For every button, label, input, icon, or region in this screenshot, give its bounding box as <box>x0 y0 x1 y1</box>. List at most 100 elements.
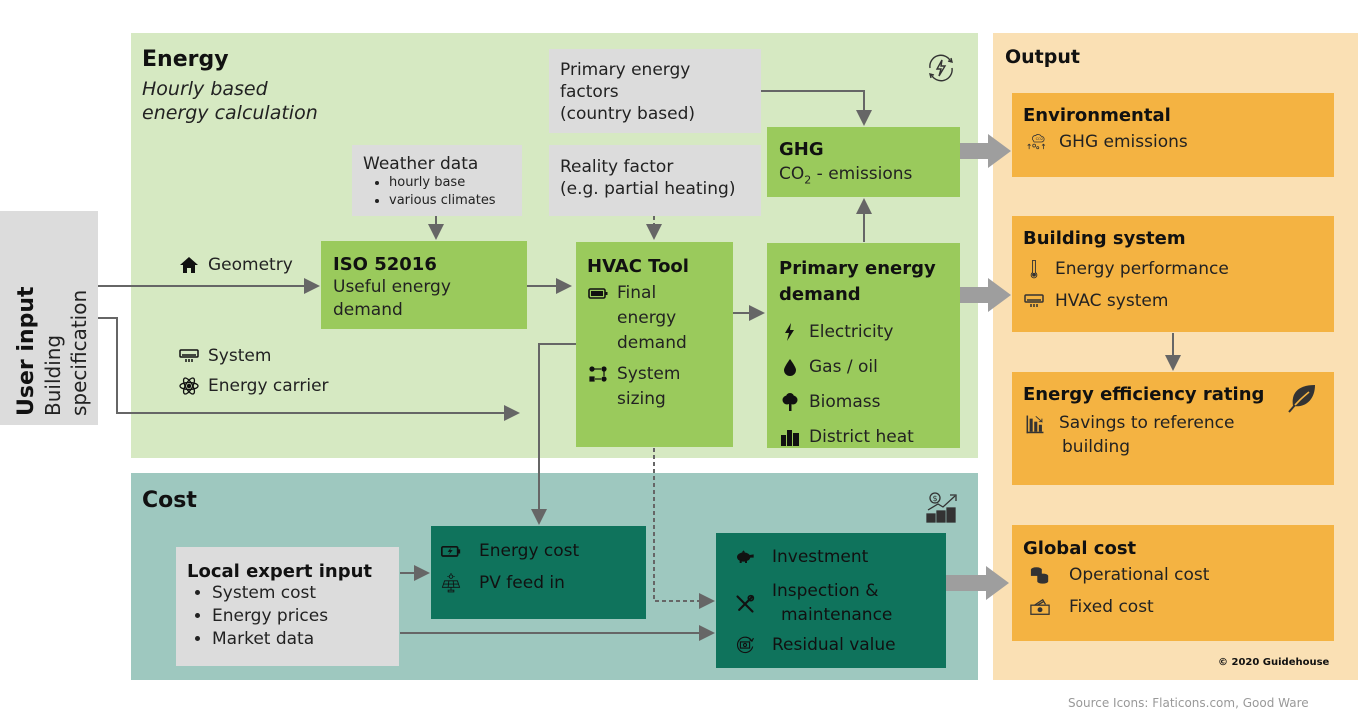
electricity-item: Electricity <box>779 314 960 349</box>
factors-line: (country based) <box>560 104 695 124</box>
ghg-emissions-label: GHG emissions <box>1059 132 1188 152</box>
district-heat-label: District heat <box>809 426 914 447</box>
solar-panel-icon <box>437 569 465 597</box>
system-input: System <box>178 346 271 366</box>
district-heat-item: District heat <box>779 419 960 454</box>
co2-cloud-icon: CO2 <box>1023 130 1051 154</box>
factors-line: factors <box>560 82 619 102</box>
refund-icon <box>730 632 760 658</box>
svg-text:CO2: CO2 <box>1036 137 1044 141</box>
energy-cost-label: Energy cost <box>479 541 580 561</box>
residual-value-label: Residual value <box>772 635 896 655</box>
inspection-item: Inspection & maintenance <box>730 579 946 627</box>
air-conditioner-icon <box>178 346 200 366</box>
hvac-system-label: HVAC system <box>1055 291 1169 311</box>
house-icon <box>178 255 200 275</box>
user-input-box: User input Building specification <box>0 211 98 425</box>
building-system-title: Building system <box>1023 228 1186 249</box>
geometry-label: Geometry <box>208 255 293 275</box>
electricity-label: Electricity <box>809 321 894 342</box>
local-expert-title: Local expert input <box>187 561 373 582</box>
savings-item: Savings to reference building <box>1023 411 1334 459</box>
final-line: demand <box>617 333 687 353</box>
user-input-title: User input <box>14 286 39 416</box>
hvac-title: HVAC Tool <box>587 256 689 277</box>
energy-cost-box: Energy cost PV feed in <box>431 526 646 619</box>
savings-line: building <box>1062 437 1131 457</box>
charging-battery-icon <box>437 541 465 561</box>
sizing-line: sizing <box>617 389 666 409</box>
user-input-line: specification <box>67 289 91 416</box>
battery-icon <box>587 283 609 303</box>
building-system-box: Building system Energy performance HVAC … <box>1012 216 1334 332</box>
ghg-emissions-item: CO2 GHG emissions <box>1023 130 1334 154</box>
ghg-title: GHG <box>779 139 824 160</box>
energy-carrier-input: Energy carrier <box>178 376 329 396</box>
ghg-co2-text: CO2 - emissions <box>779 164 960 186</box>
operational-cost-item: Operational cost <box>1023 565 1334 585</box>
svg-text:$: $ <box>933 494 938 503</box>
primary-energy-factors-box: Primary energy factors (country based) <box>549 49 761 133</box>
tools-icon <box>730 589 760 619</box>
cash-icon <box>1029 597 1051 617</box>
money-growth-icon: $ <box>925 490 959 528</box>
hvac-system-item: HVAC system <box>1023 291 1334 311</box>
investment-item: Investment <box>730 543 946 571</box>
user-input-text: User input Building specification <box>14 286 92 416</box>
energy-cost-item: Energy cost <box>437 536 646 566</box>
factors-line: Primary energy <box>560 60 691 80</box>
energy-efficiency-rating-box: Energy efficiency rating Savings to refe… <box>1012 372 1334 485</box>
reality-line: Reality factor <box>560 157 674 177</box>
local-expert-input-box: Local expert input System cost Energy pr… <box>176 547 399 666</box>
co-text: CO <box>779 164 805 184</box>
gas-oil-item: Gas / oil <box>779 349 960 384</box>
thermometer-icon <box>1023 255 1045 283</box>
energy-performance-label: Energy performance <box>1055 259 1229 279</box>
copyright: © 2020 Guidehouse <box>1218 657 1330 668</box>
final-line: Final <box>617 283 657 303</box>
air-conditioner-icon <box>1023 291 1045 311</box>
gas-oil-label: Gas / oil <box>809 356 878 377</box>
lightning-icon <box>779 322 801 342</box>
local-expert-bullet: Energy prices <box>212 605 399 628</box>
pv-feed-in-item: PV feed in <box>437 566 646 600</box>
energy-title: Energy <box>142 47 229 72</box>
user-input-line: Building <box>41 334 65 416</box>
fixed-cost-item: Fixed cost <box>1023 597 1334 617</box>
operational-cost-label: Operational cost <box>1069 565 1210 585</box>
energy-subtitle-2: energy calculation <box>142 102 318 124</box>
pv-feed-in-label: PV feed in <box>479 573 565 593</box>
environmental-box: Environmental CO2 GHG emissions <box>1012 93 1334 177</box>
final-energy-demand-item: Final energy demand <box>587 281 733 356</box>
output-title: Output <box>1005 46 1080 68</box>
piggy-bank-icon <box>730 547 760 567</box>
environmental-title: Environmental <box>1023 105 1171 126</box>
reality-line: (e.g. partial heating) <box>560 179 736 199</box>
buildings-icon <box>779 427 801 447</box>
local-expert-bullet: System cost <box>212 582 399 605</box>
inspection-line: Inspection & <box>772 581 879 601</box>
fixed-cost-label: Fixed cost <box>1069 597 1154 617</box>
source-icons-note: Source Icons: Flaticons.com, Good Ware <box>1068 696 1309 710</box>
iso-line: demand <box>333 300 403 320</box>
leaf-icon <box>1287 382 1319 418</box>
final-line: energy <box>617 308 677 328</box>
sizing-line: System <box>617 364 681 384</box>
residual-value-item: Residual value <box>730 629 946 661</box>
investment-box: Investment Inspection & maintenance Resi… <box>716 533 946 668</box>
weather-bullet: various climates <box>389 192 522 210</box>
weather-title: Weather data <box>363 154 479 174</box>
iso-line: Useful energy <box>333 277 451 297</box>
drop-icon <box>779 357 801 377</box>
system-label: System <box>208 346 272 366</box>
ghg-box: GHG CO2 - emissions <box>767 127 960 197</box>
investment-label: Investment <box>772 547 869 567</box>
energy-subtitle-1: Hourly based <box>142 78 268 100</box>
cost-title: Cost <box>142 488 197 513</box>
tree-icon <box>779 392 801 412</box>
weather-bullet: hourly base <box>389 174 522 192</box>
global-cost-title: Global cost <box>1023 538 1137 559</box>
weather-data-box: Weather data hourly base various climate… <box>352 145 522 216</box>
inspection-line: maintenance <box>781 605 893 625</box>
energy-carrier-label: Energy carrier <box>208 376 329 396</box>
